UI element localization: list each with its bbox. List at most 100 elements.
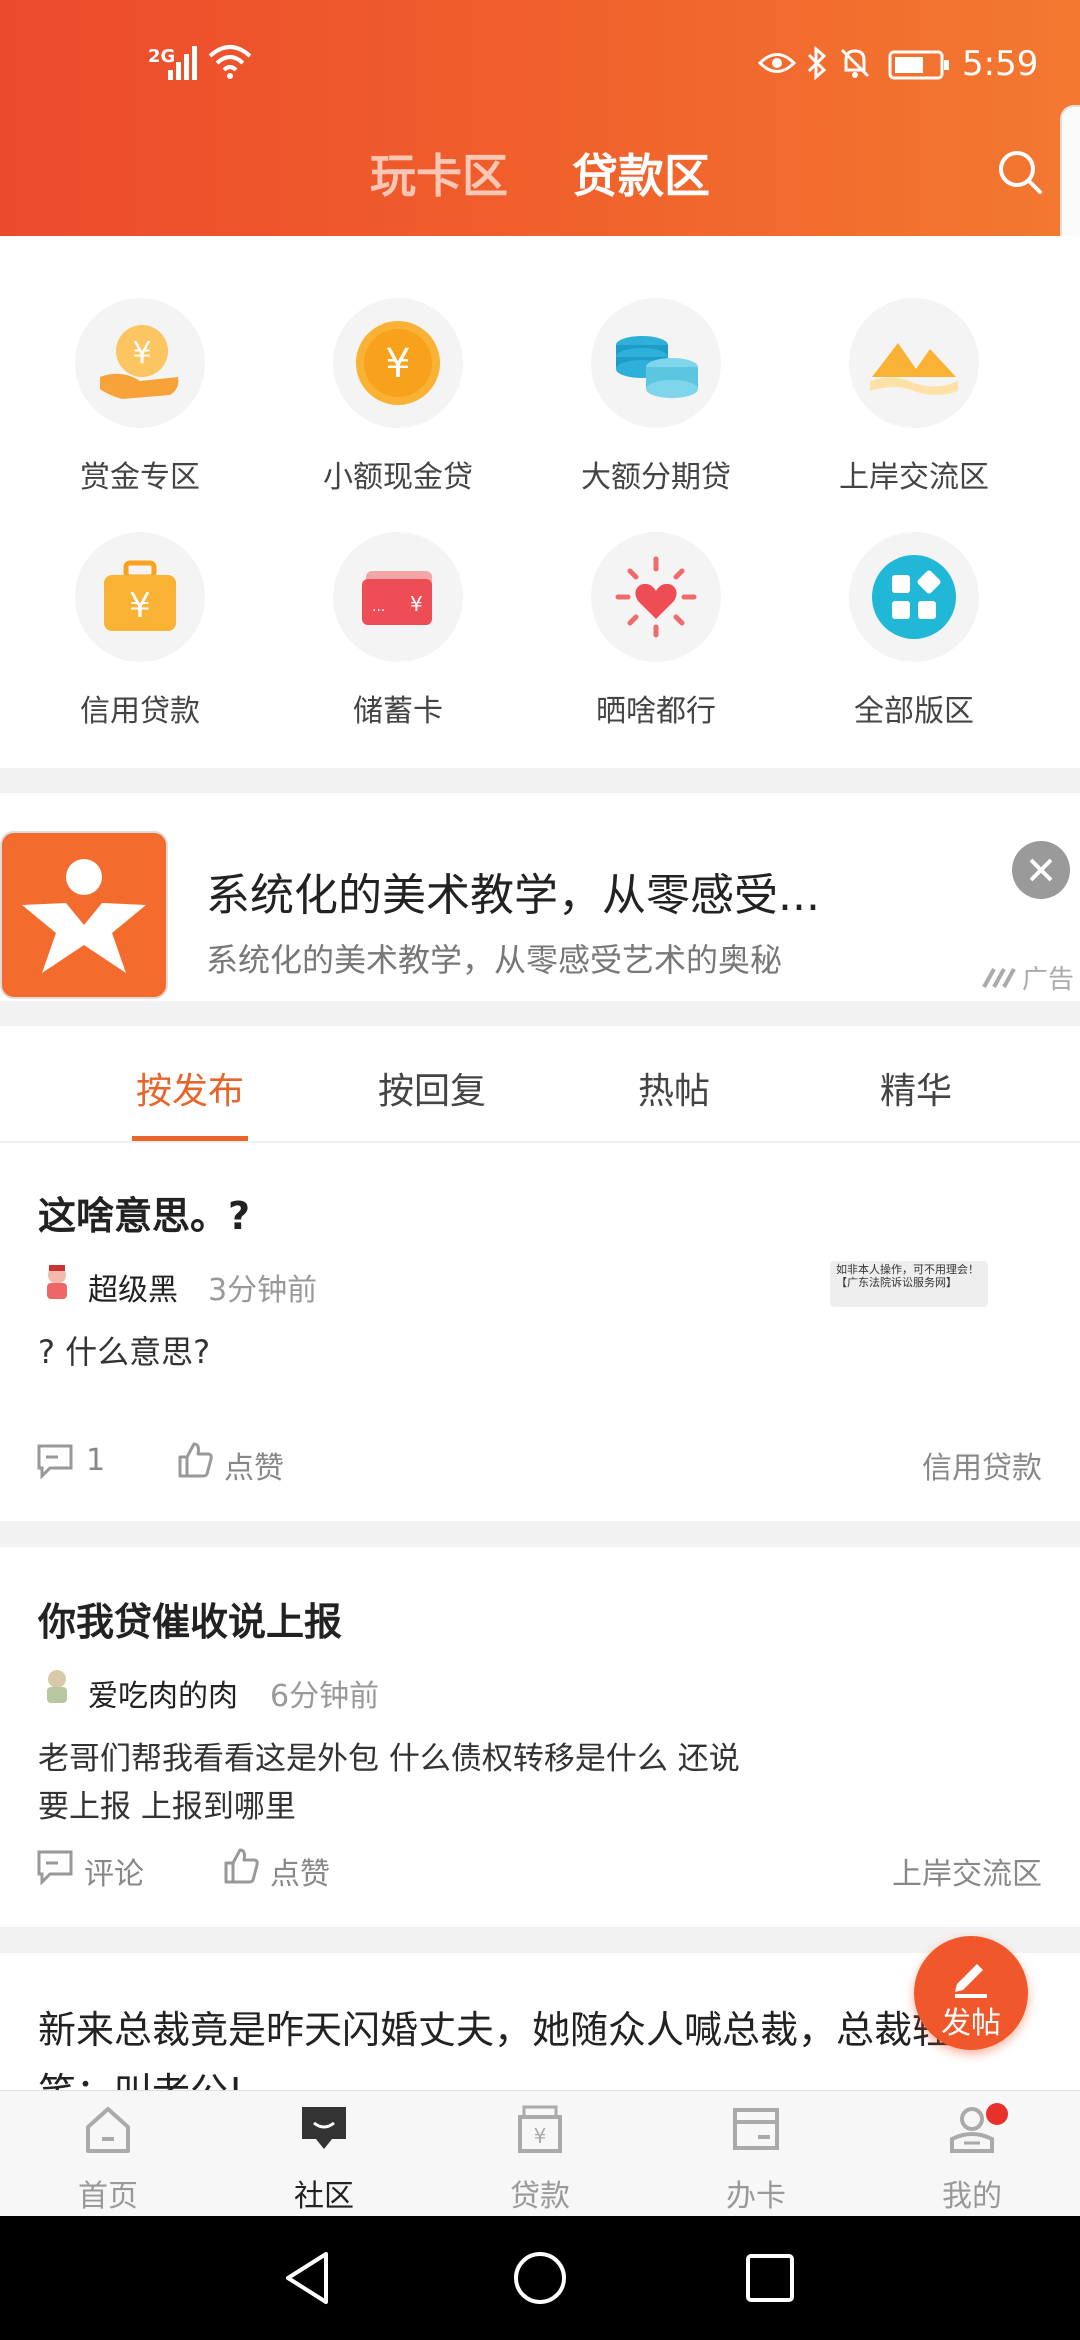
category-large-installment[interactable]: 大额分期贷: [526, 298, 786, 496]
post-title: 你我贷催收说上报: [38, 1600, 343, 1644]
category-label: 小额现金贷: [323, 460, 473, 495]
post-card[interactable]: 这啥意思。? 超级黑 3分钟前 ? 什么意思? 如非本人操作，可不用理会！【广东…: [0, 1143, 1080, 1521]
heart-sun-icon: [591, 532, 721, 662]
comment-icon[interactable]: [36, 1443, 74, 1483]
comment-button[interactable]: 评论: [84, 1849, 144, 1893]
bank-card-icon: ¥...: [333, 532, 463, 662]
search-icon[interactable]: [996, 148, 1044, 200]
notification-badge: [986, 2103, 1008, 2125]
ad-banner[interactable]: 系统化的美术教学，从零感受... 系统化的美术教学，从零感受艺术的奥秘 广告: [0, 793, 1080, 1001]
category-label: 上岸交流区: [839, 460, 989, 495]
post-card[interactable]: 你我贷催收说上报 爱吃肉的肉 6分钟前 老哥们帮我看看这是外包 什么债权转移是什…: [0, 1547, 1080, 1927]
loan-icon: ¥: [518, 2105, 562, 2153]
coin-stack-icon: [591, 298, 721, 428]
post-author[interactable]: 超级黑: [88, 1265, 178, 1309]
bottom-nav: 首页 社区 ¥ 贷款 办卡 我的: [0, 2090, 1080, 2216]
like-icon[interactable]: [222, 1847, 260, 1889]
category-shore-exchange[interactable]: 上岸交流区: [784, 298, 1044, 496]
home-icon: [86, 2107, 130, 2153]
comment-count[interactable]: 1: [86, 1443, 105, 1478]
ad-tag: 广告: [1022, 965, 1075, 995]
tab-featured[interactable]: 精华: [796, 1062, 1036, 1114]
back-icon[interactable]: [282, 2250, 332, 2306]
active-tab-indicator: [132, 1136, 248, 1141]
nav-home[interactable]: 首页: [0, 2091, 216, 2217]
card-icon: [733, 2108, 779, 2150]
post-title-line: 新来总裁竟是昨天闪婚丈夫，她随众人喊总裁，总裁轻: [38, 2008, 951, 2052]
category-label: 大额分期贷: [581, 460, 731, 495]
close-icon: [1029, 858, 1053, 882]
recents-icon[interactable]: [744, 2252, 796, 2304]
svg-text:¥: ¥: [132, 336, 151, 371]
system-nav-bar: [0, 2216, 1080, 2340]
mute-bell-icon: [838, 46, 872, 84]
svg-text:¥: ¥: [385, 341, 410, 387]
battery-icon: [888, 50, 950, 84]
tab-by-publish[interactable]: 按发布: [70, 1062, 310, 1114]
post-title-line: 笑：叫老公!: [38, 2061, 243, 2090]
svg-text:¥: ¥: [410, 592, 423, 616]
mountain-icon: [849, 298, 979, 428]
svg-text:...: ...: [372, 599, 385, 615]
nav-label: 社区: [294, 2179, 354, 2214]
svg-text:¥: ¥: [129, 586, 151, 626]
ad-title: 系统化的美术教学，从零感受...: [206, 870, 820, 921]
post-thumbnail[interactable]: 如非本人操作，可不用理会！【广东法院诉讼服务网】: [830, 1261, 988, 1307]
nav-label: 首页: [78, 2179, 138, 2214]
category-label: 全部版区: [854, 694, 974, 729]
nav-label: 贷款: [510, 2179, 570, 2214]
status-time: 5:59: [962, 44, 1039, 84]
comment-icon[interactable]: [36, 1849, 74, 1889]
post-category[interactable]: 上岸交流区: [892, 1849, 1042, 1893]
category-small-cash-loan[interactable]: ¥ 小额现金贷: [268, 298, 528, 496]
category-grid: ¥ 赏金专区 ¥ 小额现金贷 大额分期贷 上岸交流区 ¥ 信用贷款 ¥... 储…: [0, 236, 1080, 768]
svg-text:¥: ¥: [534, 2124, 547, 2148]
ad-close-button[interactable]: [1012, 841, 1070, 899]
avatar: [40, 1667, 74, 1705]
category-bounty[interactable]: ¥ 赏金专区: [10, 298, 270, 496]
post-author[interactable]: 爱吃肉的肉: [88, 1671, 238, 1715]
ad-mark-icon: [982, 965, 1022, 993]
tab-loan-zone[interactable]: 贷款区: [572, 140, 710, 206]
nav-loan[interactable]: ¥ 贷款: [432, 2091, 648, 2217]
community-icon: [302, 2107, 346, 2149]
app-header: 2G 5:59 玩卡区 贷款区: [0, 0, 1080, 236]
category-all-sections[interactable]: 全部版区: [784, 532, 1044, 730]
post-content-line: 要上报 上报到哪里: [38, 1789, 296, 1825]
post-title: 这啥意思。?: [38, 1194, 251, 1238]
like-icon[interactable]: [176, 1441, 214, 1483]
post-category[interactable]: 信用贷款: [922, 1443, 1042, 1487]
avatar: [40, 1263, 74, 1301]
tab-hot[interactable]: 热帖: [554, 1062, 794, 1114]
category-debit-card[interactable]: ¥... 储蓄卡: [268, 532, 528, 730]
ad-logo: [0, 831, 168, 999]
tab-card-zone[interactable]: 玩卡区: [370, 140, 508, 206]
category-label: 储蓄卡: [353, 694, 443, 729]
new-post-button[interactable]: 发帖: [914, 1936, 1028, 2050]
like-button[interactable]: 点赞: [270, 1849, 330, 1893]
nav-mine[interactable]: 我的: [864, 2091, 1080, 2217]
category-share-anything[interactable]: 晒啥都行: [526, 532, 786, 730]
yuan-briefcase-icon: ¥: [75, 532, 205, 662]
nav-apply-card[interactable]: 办卡: [648, 2091, 864, 2217]
post-content: ? 什么意思?: [38, 1333, 211, 1371]
post-time: 3分钟前: [208, 1273, 318, 1308]
ad-subtitle: 系统化的美术教学，从零感受艺术的奥秘: [206, 941, 783, 979]
category-label: 晒啥都行: [596, 694, 716, 729]
tab-by-reply[interactable]: 按回复: [312, 1062, 552, 1114]
yuan-coin-icon: ¥: [333, 298, 463, 428]
category-label: 信用贷款: [80, 694, 200, 729]
pencil-icon: [955, 1964, 987, 1998]
wifi-icon: [208, 44, 252, 84]
home-circle-icon[interactable]: [512, 2250, 568, 2306]
eye-icon: [757, 50, 797, 80]
category-label: 赏金专区: [80, 460, 200, 495]
new-post-label: 发帖: [941, 2006, 1001, 2041]
nav-community[interactable]: 社区: [216, 2091, 432, 2217]
category-credit-loan[interactable]: ¥ 信用贷款: [10, 532, 270, 730]
post-time: 6分钟前: [270, 1679, 380, 1714]
money-hand-icon: ¥: [75, 298, 205, 428]
post-content-line: 老哥们帮我看看这是外包 什么债权转移是什么 还说: [38, 1741, 740, 1777]
nav-label: 办卡: [726, 2179, 786, 2214]
like-button[interactable]: 点赞: [224, 1443, 284, 1487]
